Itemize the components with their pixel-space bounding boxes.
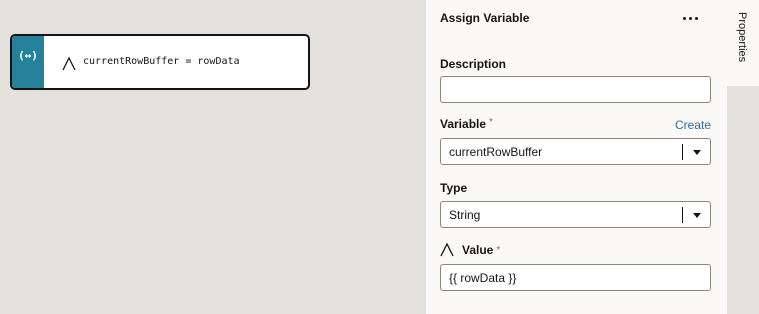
- value-label: Value *: [440, 243, 500, 257]
- type-select[interactable]: String: [440, 201, 711, 228]
- tab-properties-label: Properties: [736, 12, 748, 63]
- description-label: Description: [440, 57, 507, 71]
- value-input[interactable]: [440, 264, 711, 291]
- create-variable-link[interactable]: Create: [675, 118, 711, 132]
- chevron-down-icon: [693, 213, 701, 218]
- properties-panel: Assign Variable Description Variable * Cr…: [426, 0, 727, 314]
- more-dot: [694, 16, 698, 20]
- variable-select[interactable]: currentRowBuffer: [440, 138, 711, 165]
- value-label-text: Value: [462, 243, 494, 257]
- tab-properties[interactable]: Properties: [727, 0, 759, 86]
- variable-label-text: Variable: [440, 117, 487, 131]
- variable-select-value: currentRowBuffer: [449, 145, 543, 159]
- panel-title: Assign Variable: [440, 11, 530, 25]
- assign-icon: (↔): [18, 49, 38, 62]
- chevron-down-icon: [693, 150, 701, 155]
- required-marker: *: [496, 244, 501, 256]
- string-type-icon: [440, 243, 454, 257]
- more-dot: [688, 16, 692, 20]
- description-input[interactable]: [440, 76, 711, 103]
- node-label: currentRowBuffer = rowData: [83, 56, 240, 67]
- type-select-value: String: [449, 208, 481, 222]
- variable-label: Variable *: [440, 117, 493, 131]
- select-divider: [682, 144, 683, 160]
- string-type-icon: [62, 57, 76, 71]
- more-horizontal-icon: [682, 16, 686, 20]
- more-actions-button[interactable]: [676, 8, 704, 28]
- required-marker: *: [489, 117, 493, 128]
- node-accent-strip: (↔): [12, 36, 44, 88]
- flow-canvas[interactable]: (↔) currentRowBuffer = rowData: [0, 0, 426, 314]
- type-label: Type: [440, 181, 468, 195]
- assign-variable-node[interactable]: (↔) currentRowBuffer = rowData: [10, 34, 310, 90]
- select-divider: [682, 207, 683, 223]
